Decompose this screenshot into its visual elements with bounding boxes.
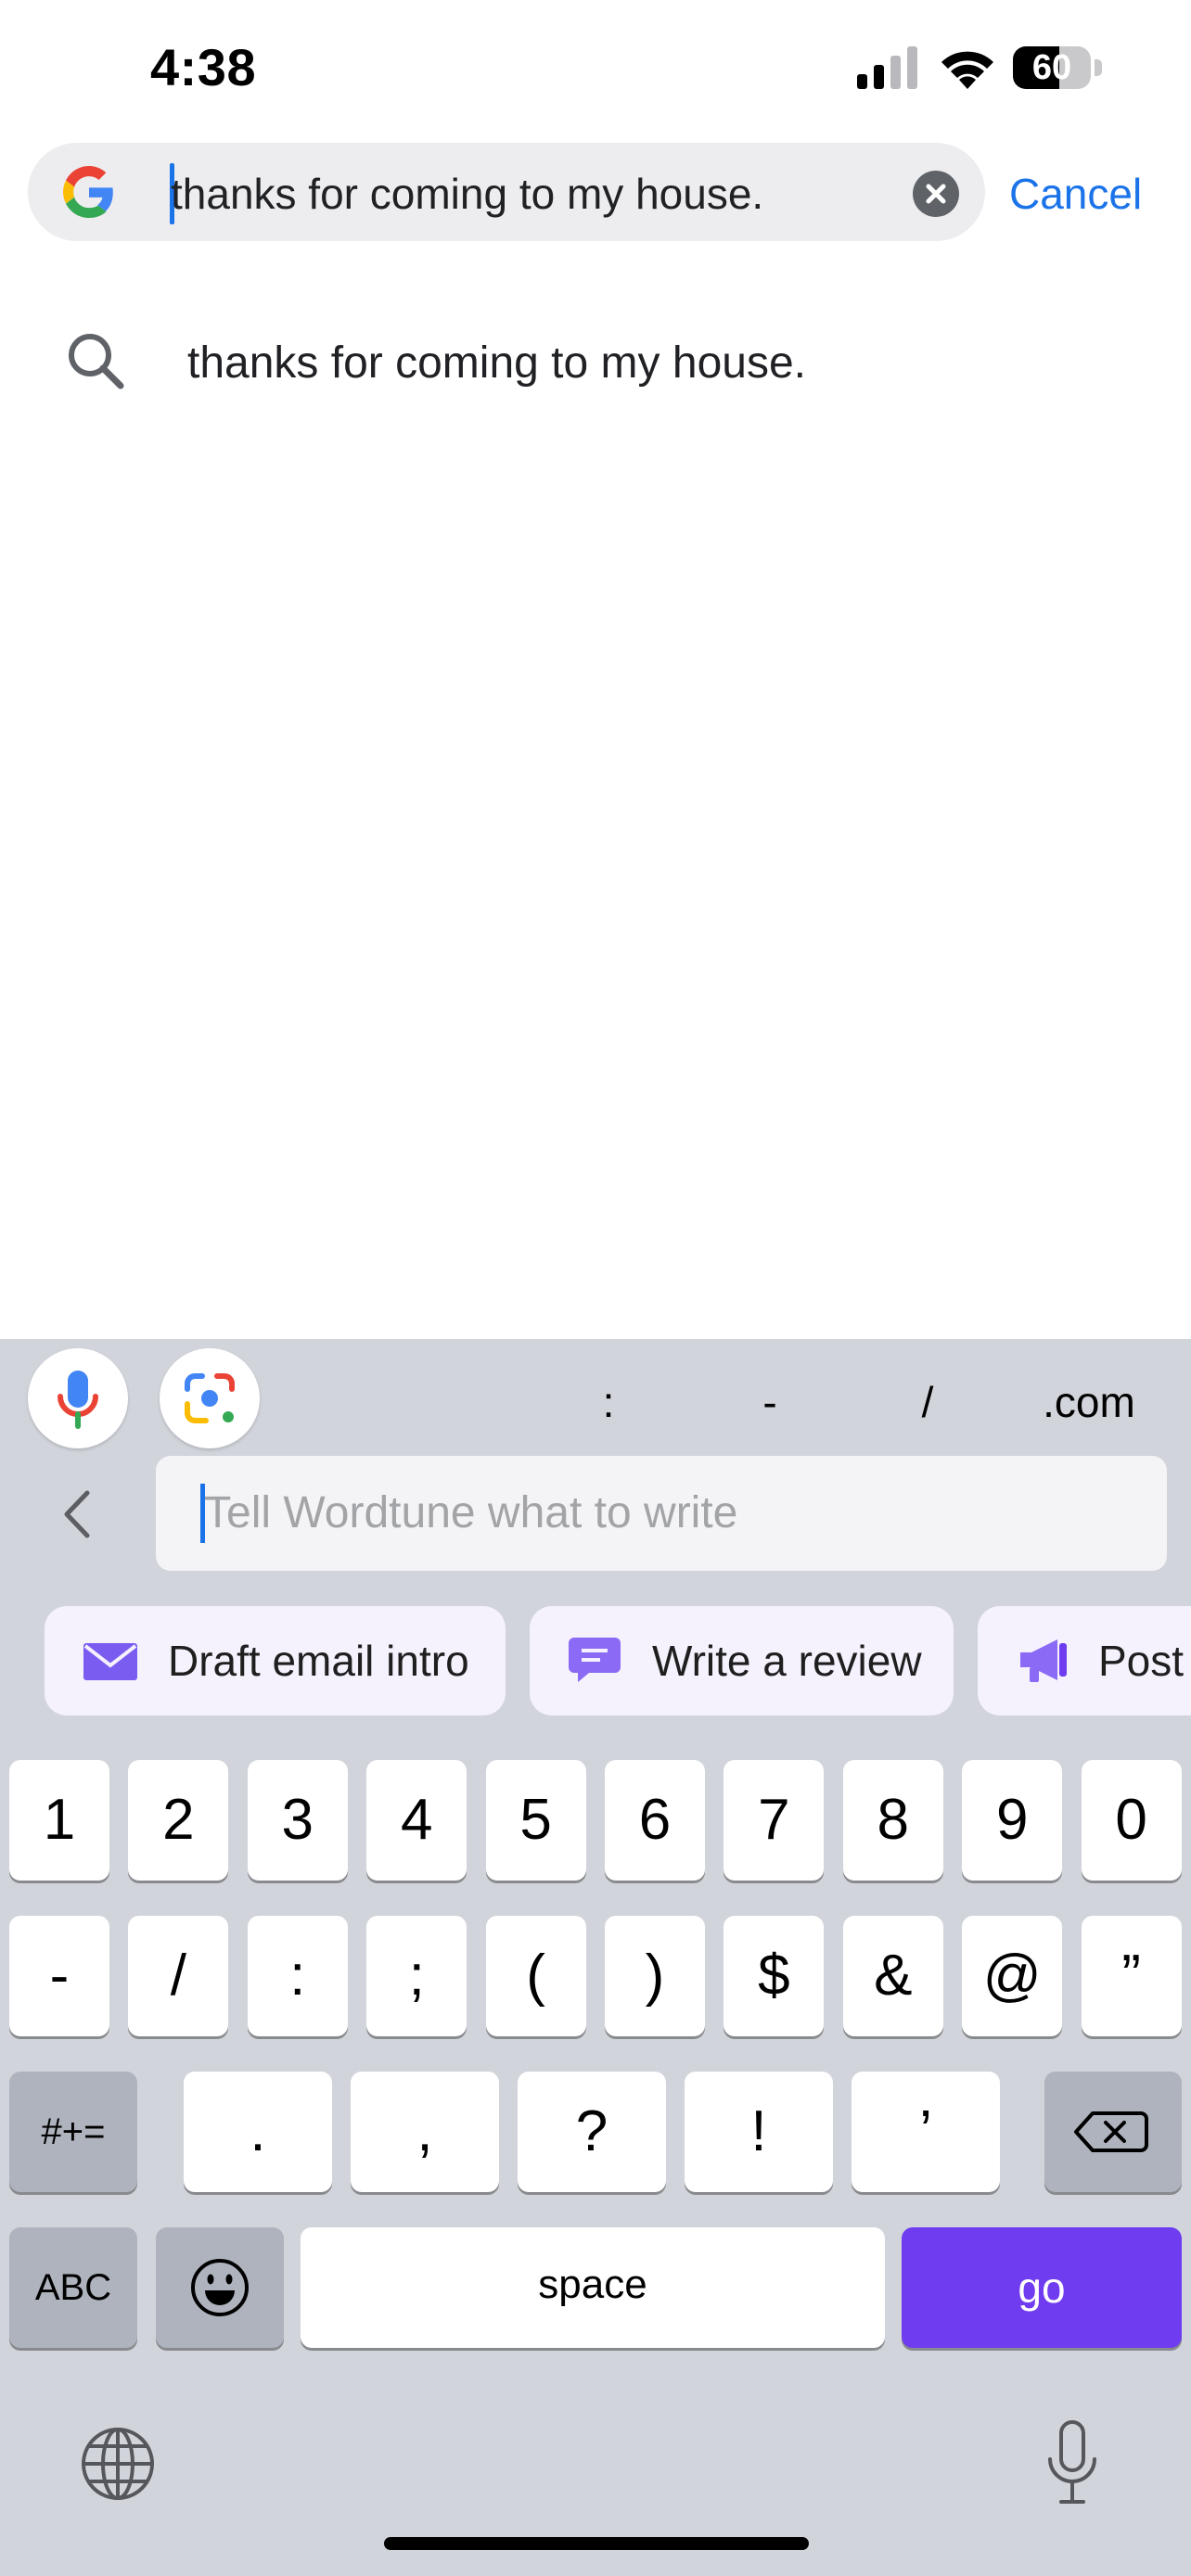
number-key-7[interactable]: 8 bbox=[842, 1760, 943, 1881]
symbol-key-6[interactable]: $ bbox=[724, 1916, 825, 2036]
chip-write-a-review[interactable]: Write a review bbox=[530, 1606, 954, 1715]
microphone-icon bbox=[58, 1371, 98, 1429]
punctuation-key-4[interactable]: ’ bbox=[852, 2072, 1000, 2192]
emoji-key[interactable] bbox=[156, 2227, 284, 2348]
home-indicator[interactable] bbox=[384, 2537, 809, 2550]
chip-label: Post bbox=[1098, 1637, 1185, 1685]
symbol-key-8[interactable]: @ bbox=[962, 1916, 1063, 2036]
suggestion-item[interactable]: thanks for coming to my house. bbox=[187, 336, 806, 391]
globe-icon[interactable] bbox=[80, 2426, 156, 2502]
delete-key[interactable] bbox=[1044, 2072, 1182, 2192]
accessory-key-colon[interactable]: : bbox=[581, 1374, 636, 1430]
accessory-key-dash[interactable]: - bbox=[742, 1374, 798, 1430]
cellular-signal-icon bbox=[857, 46, 917, 89]
backspace-icon bbox=[1074, 2111, 1148, 2152]
chip-label: Write a review bbox=[652, 1637, 922, 1685]
symbol-key-7[interactable]: & bbox=[842, 1916, 943, 2036]
symbol-key-3[interactable]: ; bbox=[366, 1916, 467, 2036]
symbols-toggle-key[interactable]: #+= bbox=[9, 2072, 137, 2192]
search-input[interactable]: thanks for coming to my house. bbox=[171, 167, 763, 221]
symbol-key-4[interactable]: ( bbox=[485, 1916, 586, 2036]
voice-search-button[interactable] bbox=[28, 1348, 128, 1448]
chip-label: Draft email intro bbox=[168, 1637, 469, 1685]
number-key-5[interactable]: 6 bbox=[605, 1760, 705, 1881]
camera-lens-icon bbox=[185, 1373, 235, 1423]
lens-search-button[interactable] bbox=[160, 1348, 260, 1448]
battery-percentage: 60 bbox=[1031, 48, 1072, 87]
space-key[interactable]: space bbox=[301, 2227, 885, 2348]
symbol-key-1[interactable]: / bbox=[128, 1916, 229, 2036]
clear-search-button[interactable] bbox=[913, 171, 959, 217]
wifi-icon bbox=[941, 51, 993, 89]
chevron-left-icon[interactable] bbox=[52, 1484, 98, 1545]
number-key-4[interactable]: 5 bbox=[485, 1760, 586, 1881]
megaphone-icon bbox=[1020, 1639, 1067, 1682]
symbol-key-0[interactable]: - bbox=[9, 1916, 109, 2036]
symbol-key-2[interactable]: : bbox=[247, 1916, 348, 2036]
punctuation-key-0[interactable]: . bbox=[184, 2072, 332, 2192]
number-key-6[interactable]: 7 bbox=[724, 1760, 825, 1881]
wordtune-prompt-placeholder: Tell Wordtune what to write bbox=[204, 1488, 738, 1537]
chip-draft-email-intro[interactable]: Draft email intro bbox=[45, 1606, 506, 1715]
abc-key[interactable]: ABC bbox=[9, 2227, 137, 2348]
cancel-button[interactable]: Cancel bbox=[1009, 167, 1142, 221]
number-key-2[interactable]: 3 bbox=[247, 1760, 348, 1881]
emoji-icon bbox=[191, 2259, 249, 2316]
number-key-0[interactable]: 1 bbox=[9, 1760, 109, 1881]
chat-bubble-icon bbox=[569, 1638, 621, 1682]
number-key-1[interactable]: 2 bbox=[128, 1760, 229, 1881]
go-key[interactable]: go bbox=[902, 2227, 1182, 2348]
number-key-3[interactable]: 4 bbox=[366, 1760, 467, 1881]
symbol-key-9[interactable]: ” bbox=[1081, 1916, 1182, 2036]
google-logo-icon bbox=[63, 166, 113, 218]
punctuation-key-2[interactable]: ? bbox=[518, 2072, 666, 2192]
close-icon bbox=[926, 184, 946, 204]
envelope-icon bbox=[83, 1643, 137, 1680]
number-key-9[interactable]: 0 bbox=[1081, 1760, 1182, 1881]
search-icon bbox=[69, 334, 124, 389]
number-key-8[interactable]: 9 bbox=[962, 1760, 1063, 1881]
chip-post[interactable]: Post bbox=[978, 1606, 1191, 1715]
punctuation-key-3[interactable]: ! bbox=[685, 2072, 833, 2192]
accessory-key-slash[interactable]: / bbox=[900, 1374, 955, 1430]
battery-indicator: 60 bbox=[1013, 46, 1102, 91]
status-time: 4:38 bbox=[150, 38, 257, 96]
dictation-microphone-icon[interactable] bbox=[1044, 2420, 1100, 2507]
accessory-key-dotcom[interactable]: .com bbox=[1024, 1374, 1154, 1430]
symbol-key-5[interactable]: ) bbox=[605, 1916, 705, 2036]
punctuation-key-1[interactable]: , bbox=[351, 2072, 499, 2192]
